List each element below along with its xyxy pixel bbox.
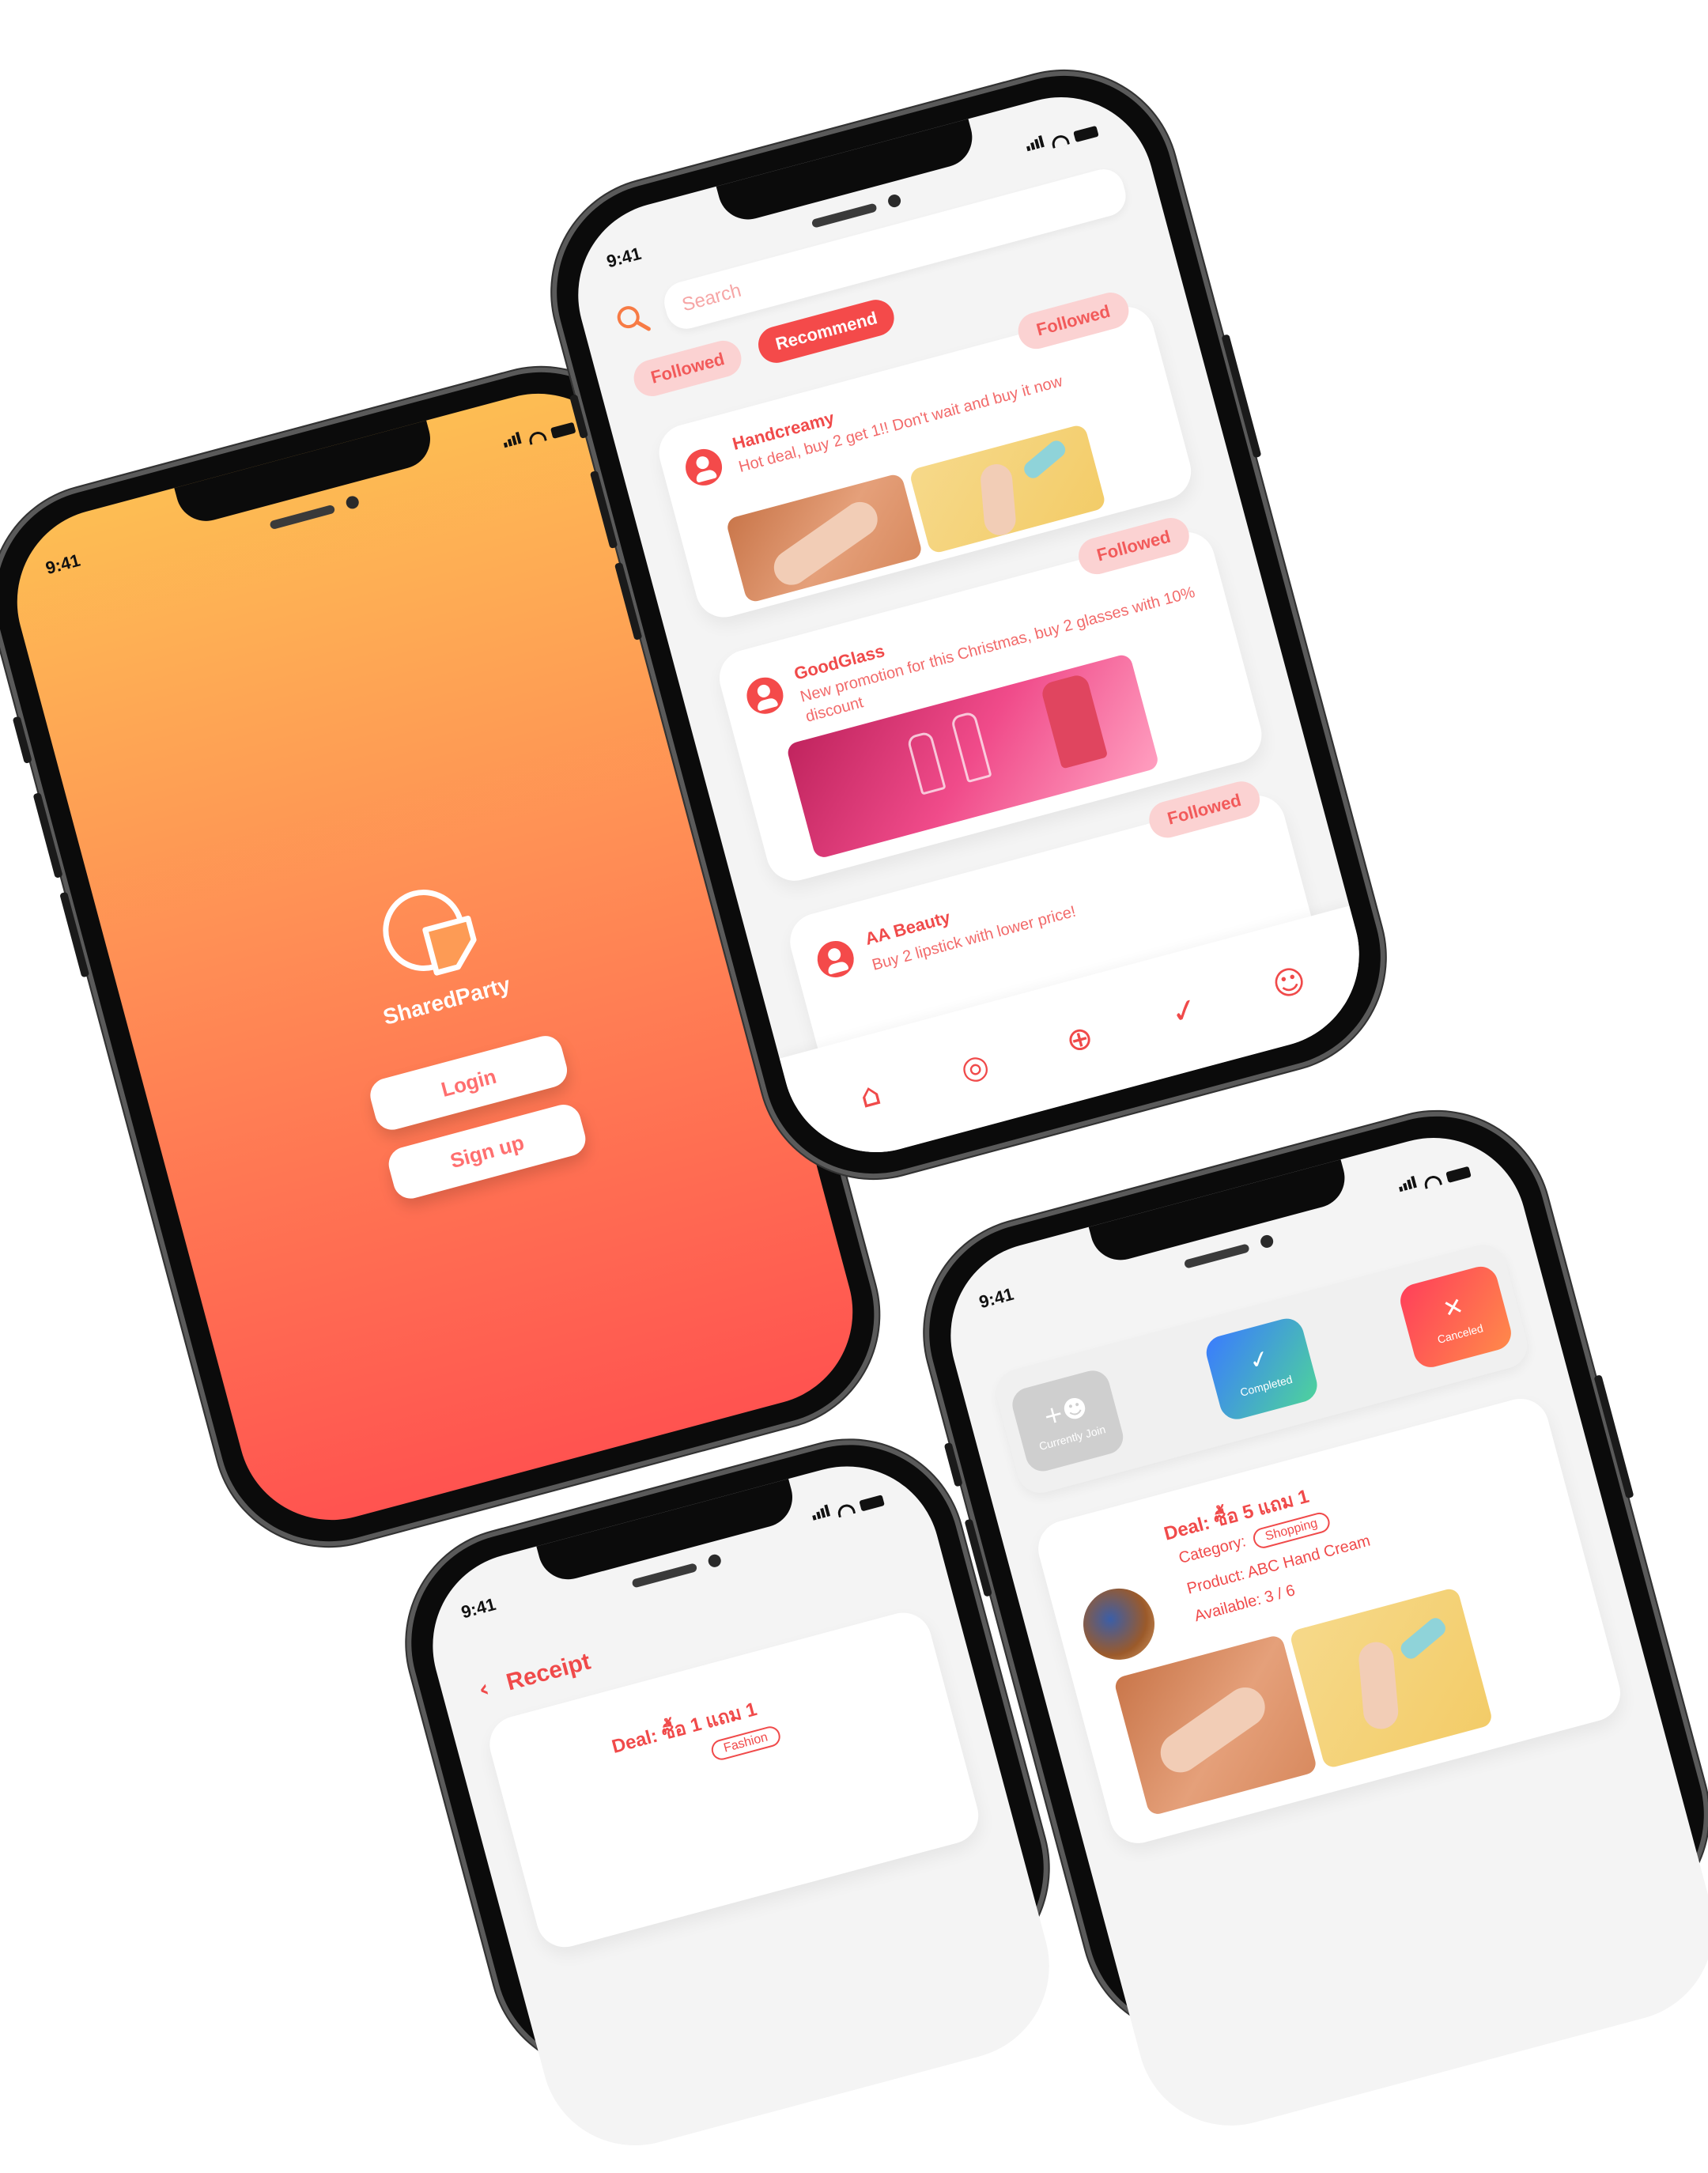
status-time: 9:41 (459, 1593, 498, 1623)
history-icon[interactable]: ✓ (1158, 985, 1211, 1037)
status-icons (1025, 121, 1099, 155)
sharedparty-logo (383, 890, 477, 976)
wifi-icon (1423, 1173, 1443, 1189)
deal-avatar (1075, 1580, 1163, 1668)
wifi-icon (527, 429, 547, 445)
shop-avatar (813, 936, 858, 982)
add-group-icon: +☻ (1040, 1393, 1090, 1431)
tab-followed[interactable]: Followed (629, 336, 746, 401)
wifi-icon (1050, 133, 1071, 149)
post-image[interactable] (908, 423, 1107, 555)
post-image[interactable] (725, 472, 924, 604)
status-time: 9:41 (604, 243, 644, 272)
follow-button[interactable]: Followed (1014, 288, 1133, 353)
battery-icon (1445, 1166, 1472, 1183)
back-chevron-icon[interactable]: ‹ (476, 1675, 493, 1704)
wifi-icon (836, 1502, 856, 1518)
battery-icon (550, 421, 576, 439)
add-icon[interactable]: ⊕ (1053, 1013, 1105, 1065)
status-screen: 9:41 +☻ Currently Join ✓ Completed ✕ Can… (929, 1117, 1708, 2147)
deal-image[interactable] (1113, 1634, 1318, 1816)
status-time: 9:41 (43, 550, 82, 579)
search-icon[interactable] (611, 298, 654, 341)
check-icon: ✓ (1245, 1343, 1273, 1376)
follow-button[interactable]: Followed (1144, 777, 1264, 842)
battery-icon (1073, 125, 1099, 143)
page-title: Receipt (503, 1648, 594, 1695)
home-icon[interactable]: ⌂ (844, 1069, 896, 1121)
shop-avatar (681, 444, 727, 490)
tab-canceled[interactable]: ✕ Canceled (1396, 1262, 1515, 1371)
group-icon[interactable]: ◎ (949, 1041, 1001, 1094)
status-icons (1397, 1162, 1472, 1196)
tab-recommend[interactable]: Recommend (754, 295, 899, 367)
deal-image[interactable] (1288, 1586, 1494, 1770)
profile-icon[interactable]: ☺ (1263, 957, 1315, 1009)
tab-currently-join[interactable]: +☻ Currently Join (1008, 1366, 1128, 1476)
status-time: 9:41 (977, 1283, 1016, 1313)
follow-button[interactable]: Followed (1074, 513, 1193, 579)
close-icon: ✕ (1440, 1291, 1467, 1324)
status-icons (501, 418, 576, 452)
tab-completed[interactable]: ✓ Completed (1202, 1314, 1321, 1423)
status-icons (811, 1490, 885, 1524)
shop-avatar (743, 673, 788, 718)
receipt-screen: 9:41 ‹ Receipt Deal: ซื้อ 1 แถม 1 Fashio… (411, 1445, 1071, 2167)
battery-icon (859, 1495, 885, 1512)
receipt-header: ‹ Receipt (476, 1648, 594, 1704)
